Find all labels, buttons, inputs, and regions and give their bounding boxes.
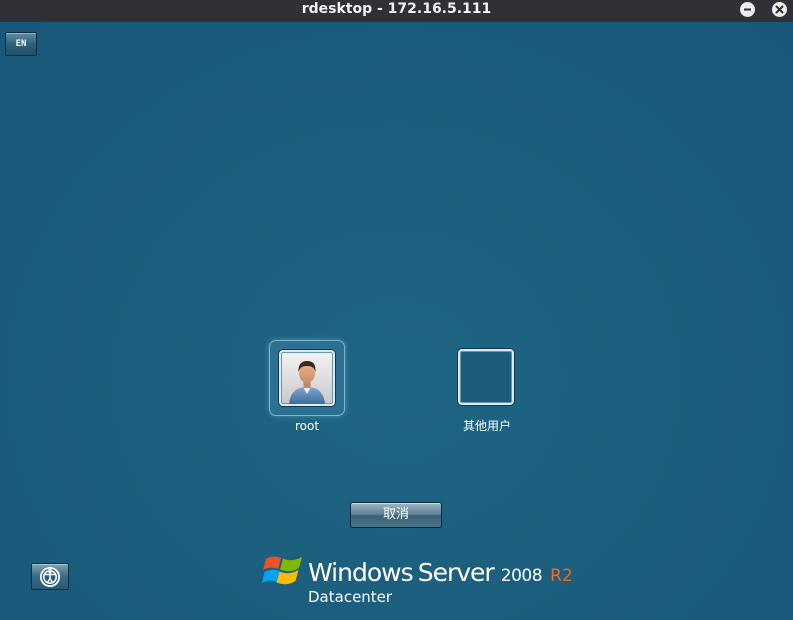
brand-release-text: R2 bbox=[550, 566, 573, 586]
ease-of-access-icon bbox=[40, 567, 60, 587]
user-tile-frame bbox=[449, 340, 525, 416]
windows-server-branding: Windows Server 2008 R2 Datacenter bbox=[262, 550, 573, 608]
cancel-button[interactable]: 取消 bbox=[350, 502, 442, 528]
ease-of-access-button[interactable] bbox=[31, 563, 69, 590]
user-tile-other-user[interactable]: 其他用户 bbox=[447, 340, 527, 433]
user-avatar-empty bbox=[458, 349, 514, 405]
product-edition: Datacenter bbox=[308, 588, 393, 606]
user-avatar-icon bbox=[289, 361, 325, 404]
brand-windows-text: Windows bbox=[308, 558, 414, 587]
close-icon bbox=[775, 5, 784, 14]
brand-version-text: 2008 bbox=[500, 566, 543, 586]
rdesktop-window: rdesktop - 172.16.5.111 EN root 其他用户 取消 … bbox=[0, 0, 793, 620]
user-tile-root[interactable]: root bbox=[267, 340, 347, 433]
input-language-button[interactable]: EN bbox=[5, 32, 37, 56]
title-bar: rdesktop - 172.16.5.111 bbox=[0, 0, 793, 22]
close-button[interactable] bbox=[772, 2, 787, 17]
product-name: Windows Server 2008 R2 bbox=[308, 558, 573, 587]
windows-flag-logo bbox=[262, 556, 302, 585]
window-title: rdesktop - 172.16.5.111 bbox=[301, 1, 492, 17]
logon-screen: EN root 其他用户 取消 Windows Server 2008 R2 D… bbox=[0, 22, 793, 620]
user-name: root bbox=[294, 419, 320, 433]
user-tile-frame bbox=[269, 340, 345, 416]
brand-server-text: Server bbox=[417, 558, 495, 587]
minimize-icon bbox=[744, 8, 751, 11]
user-name: 其他用户 bbox=[462, 419, 511, 433]
user-avatar bbox=[279, 350, 335, 406]
minimize-button[interactable] bbox=[740, 2, 755, 17]
